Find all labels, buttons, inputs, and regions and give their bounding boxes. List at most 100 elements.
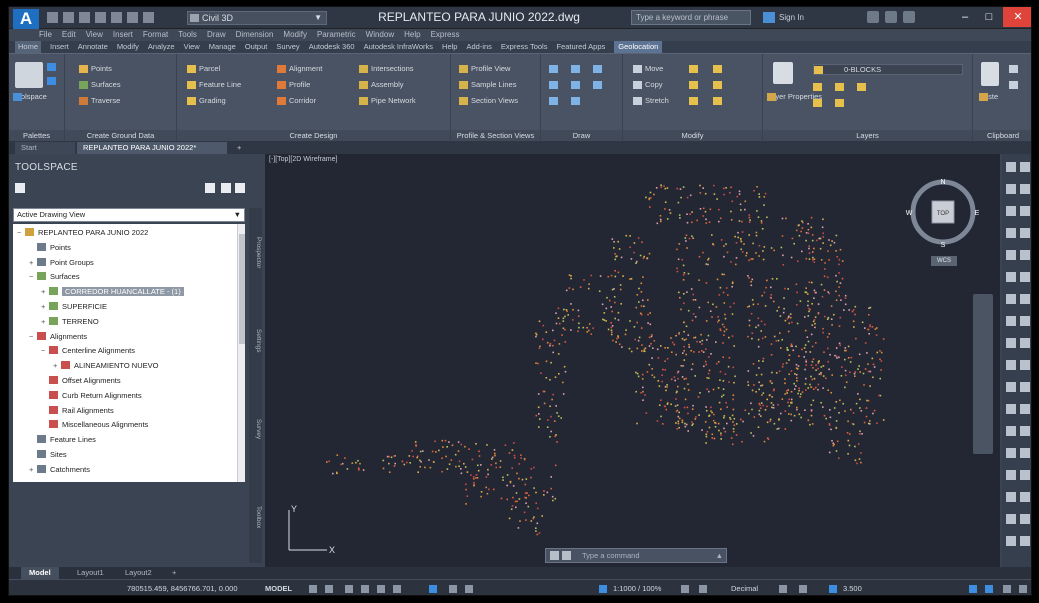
survey-point[interactable]: [867, 399, 870, 402]
survey-point[interactable]: [880, 369, 882, 371]
survey-point[interactable]: [653, 339, 656, 342]
survey-point[interactable]: [748, 214, 751, 216]
survey-point[interactable]: [458, 465, 460, 468]
tree-item[interactable]: Miscellaneous Alignments: [41, 419, 148, 430]
survey-point[interactable]: [871, 357, 874, 360]
survey-point[interactable]: [660, 184, 662, 186]
survey-point[interactable]: [629, 320, 631, 322]
survey-point[interactable]: [723, 255, 725, 258]
survey-point[interactable]: [683, 339, 686, 341]
survey-point[interactable]: [642, 390, 644, 393]
survey-point[interactable]: [835, 234, 838, 237]
survey-point[interactable]: [770, 286, 772, 289]
survey-point[interactable]: [617, 311, 620, 314]
survey-point[interactable]: [704, 192, 707, 195]
survey-point[interactable]: [805, 389, 807, 391]
survey-point[interactable]: [494, 454, 496, 457]
survey-point[interactable]: [495, 466, 498, 469]
survey-point[interactable]: [755, 231, 758, 234]
survey-point[interactable]: [551, 495, 554, 498]
survey-point[interactable]: [823, 289, 826, 291]
survey-point[interactable]: [841, 277, 844, 280]
survey-point[interactable]: [735, 242, 738, 244]
survey-point[interactable]: [810, 364, 813, 366]
survey-point[interactable]: [778, 306, 780, 309]
survey-point[interactable]: [794, 373, 796, 375]
survey-point[interactable]: [804, 291, 807, 293]
survey-point[interactable]: [715, 306, 718, 308]
survey-point[interactable]: [390, 456, 393, 459]
survey-point[interactable]: [587, 287, 590, 290]
survey-point[interactable]: [477, 464, 479, 467]
survey-point[interactable]: [861, 321, 864, 324]
survey-point[interactable]: [651, 334, 653, 336]
survey-point[interactable]: [494, 452, 496, 455]
survey-point[interactable]: [811, 324, 814, 326]
survey-point[interactable]: [509, 481, 512, 484]
survey-point[interactable]: [708, 356, 710, 358]
tree-item[interactable]: + TERRENO: [41, 316, 99, 327]
survey-point[interactable]: [740, 418, 742, 421]
survey-point[interactable]: [822, 218, 824, 221]
wcs-dropdown[interactable]: WCS: [931, 256, 957, 266]
survey-point[interactable]: [753, 416, 756, 418]
survey-point[interactable]: [735, 263, 737, 266]
survey-point[interactable]: [769, 380, 772, 383]
survey-point[interactable]: [708, 414, 711, 417]
survey-point[interactable]: [880, 351, 883, 354]
survey-point[interactable]: [487, 473, 489, 476]
survey-point[interactable]: [839, 344, 841, 347]
survey-point[interactable]: [668, 209, 671, 211]
survey-point[interactable]: [762, 258, 765, 261]
survey-point[interactable]: [833, 241, 836, 244]
survey-point[interactable]: [791, 345, 793, 347]
survey-point[interactable]: [465, 483, 467, 486]
survey-point[interactable]: [821, 295, 824, 298]
survey-point[interactable]: [797, 392, 799, 395]
survey-point[interactable]: [682, 279, 685, 281]
survey-point[interactable]: [480, 495, 482, 498]
survey-point[interactable]: [815, 364, 817, 366]
survey-point[interactable]: [685, 377, 687, 380]
survey-point[interactable]: [867, 422, 870, 425]
survey-point[interactable]: [685, 234, 688, 237]
tree-item[interactable]: Sites: [29, 449, 67, 460]
survey-point[interactable]: [817, 303, 820, 305]
survey-point[interactable]: [670, 403, 672, 406]
survey-point[interactable]: [708, 390, 710, 393]
tab-survey[interactable]: Survey: [276, 41, 299, 53]
survey-point[interactable]: [599, 275, 602, 277]
survey-point[interactable]: [797, 224, 800, 227]
survey-point[interactable]: [735, 257, 738, 259]
survey-point[interactable]: [649, 191, 652, 194]
collapse-icon[interactable]: −: [29, 271, 37, 282]
survey-point[interactable]: [603, 312, 606, 314]
survey-point[interactable]: [546, 491, 549, 494]
menu-item-dimension[interactable]: Dimension: [236, 29, 274, 41]
survey-point[interactable]: [684, 425, 687, 428]
survey-point[interactable]: [872, 412, 874, 415]
survey-point[interactable]: [835, 274, 837, 277]
survey-point[interactable]: [822, 375, 825, 377]
survey-point[interactable]: [552, 344, 554, 347]
survey-point[interactable]: [817, 383, 820, 386]
survey-point[interactable]: [502, 479, 504, 481]
survey-point[interactable]: [716, 278, 719, 281]
survey-point[interactable]: [422, 450, 424, 452]
survey-point[interactable]: [863, 421, 866, 424]
survey-point[interactable]: [564, 328, 566, 331]
survey-point[interactable]: [694, 316, 697, 318]
survey-point[interactable]: [748, 259, 750, 262]
survey-point[interactable]: [730, 219, 733, 221]
survey-point[interactable]: [847, 439, 850, 442]
survey-point[interactable]: [722, 388, 725, 390]
survey-point[interactable]: [717, 321, 719, 323]
survey-point[interactable]: [657, 357, 660, 359]
survey-point[interactable]: [750, 402, 752, 405]
survey-point[interactable]: [562, 327, 565, 330]
survey-point[interactable]: [549, 379, 551, 381]
survey-point[interactable]: [820, 283, 823, 286]
survey-point[interactable]: [725, 401, 727, 404]
survey-point[interactable]: [697, 396, 700, 398]
survey-point[interactable]: [770, 402, 773, 404]
